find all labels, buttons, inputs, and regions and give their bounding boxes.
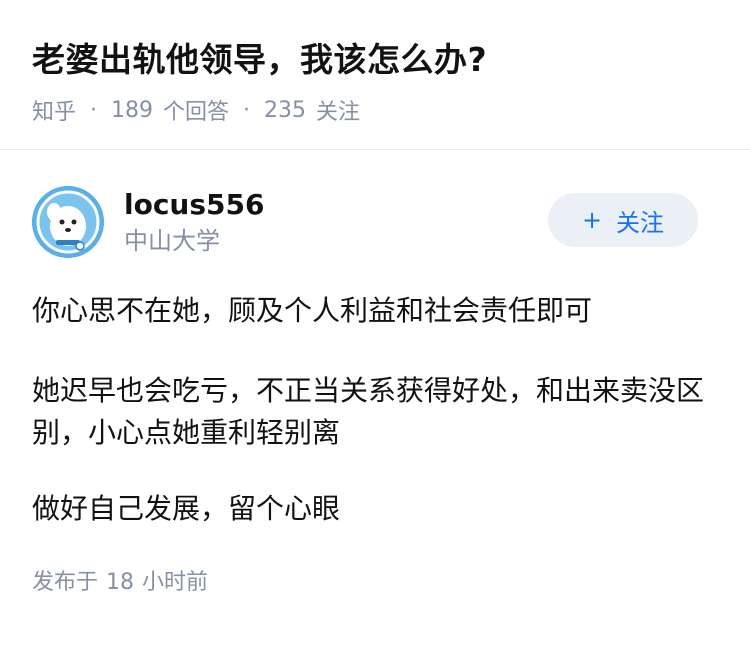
publish-label: 发布于 <box>32 570 99 595</box>
follow-button[interactable]: + 关注 <box>548 193 698 247</box>
plus-icon: + <box>581 206 603 234</box>
author-school: 中山大学 <box>124 227 220 255</box>
source-label[interactable]: 知乎 <box>32 94 76 126</box>
publish-time: 发布于 18 小时前 <box>32 564 718 596</box>
author-info: locus556 中山大学 <box>124 187 264 257</box>
answer-content: 你心思不在她，顾及个人利益和社会责任即可 她迟早也会吃亏，不正当关系获得好处，和… <box>32 290 718 530</box>
avatar[interactable] <box>32 186 104 258</box>
answer-paragraph: 她迟早也会吃亏，不正当关系获得好处，和出来卖没区别，小心点她重利轻别离 <box>32 374 705 449</box>
author-row: locus556 中山大学 + 关注 <box>32 186 718 258</box>
publish-unit: 小时前 <box>142 570 209 595</box>
answer-paragraph: 做好自己发展，留个心眼 <box>32 492 341 525</box>
question-title[interactable]: 老婆出轨他领导，我该怎么办? <box>32 38 718 82</box>
question-meta: 知乎 · 189 个回答 · 235 关注 <box>32 94 718 126</box>
answer-paragraph: 你心思不在她，顾及个人利益和社会责任即可 <box>32 294 593 327</box>
separator-dot: · <box>90 97 98 123</box>
answer-count-label[interactable]: 个回答 <box>163 94 229 126</box>
answer-count: 189 <box>111 97 154 123</box>
publish-num: 18 <box>106 570 135 595</box>
avatar-icon <box>32 186 104 258</box>
follow-count: 235 <box>264 97 307 123</box>
author-name[interactable]: locus556 <box>124 187 264 223</box>
follow-button-label: 关注 <box>616 208 665 237</box>
follow-count-label: 关注 <box>316 100 361 125</box>
question-header: 老婆出轨他领导，我该怎么办? 知乎 · 189 个回答 · 235 关注 <box>0 0 750 150</box>
answer-card: locus556 中山大学 + 关注 你心思不在她，顾及个人利益和社会责任即可 … <box>0 150 750 596</box>
separator-dot: · <box>243 97 251 123</box>
